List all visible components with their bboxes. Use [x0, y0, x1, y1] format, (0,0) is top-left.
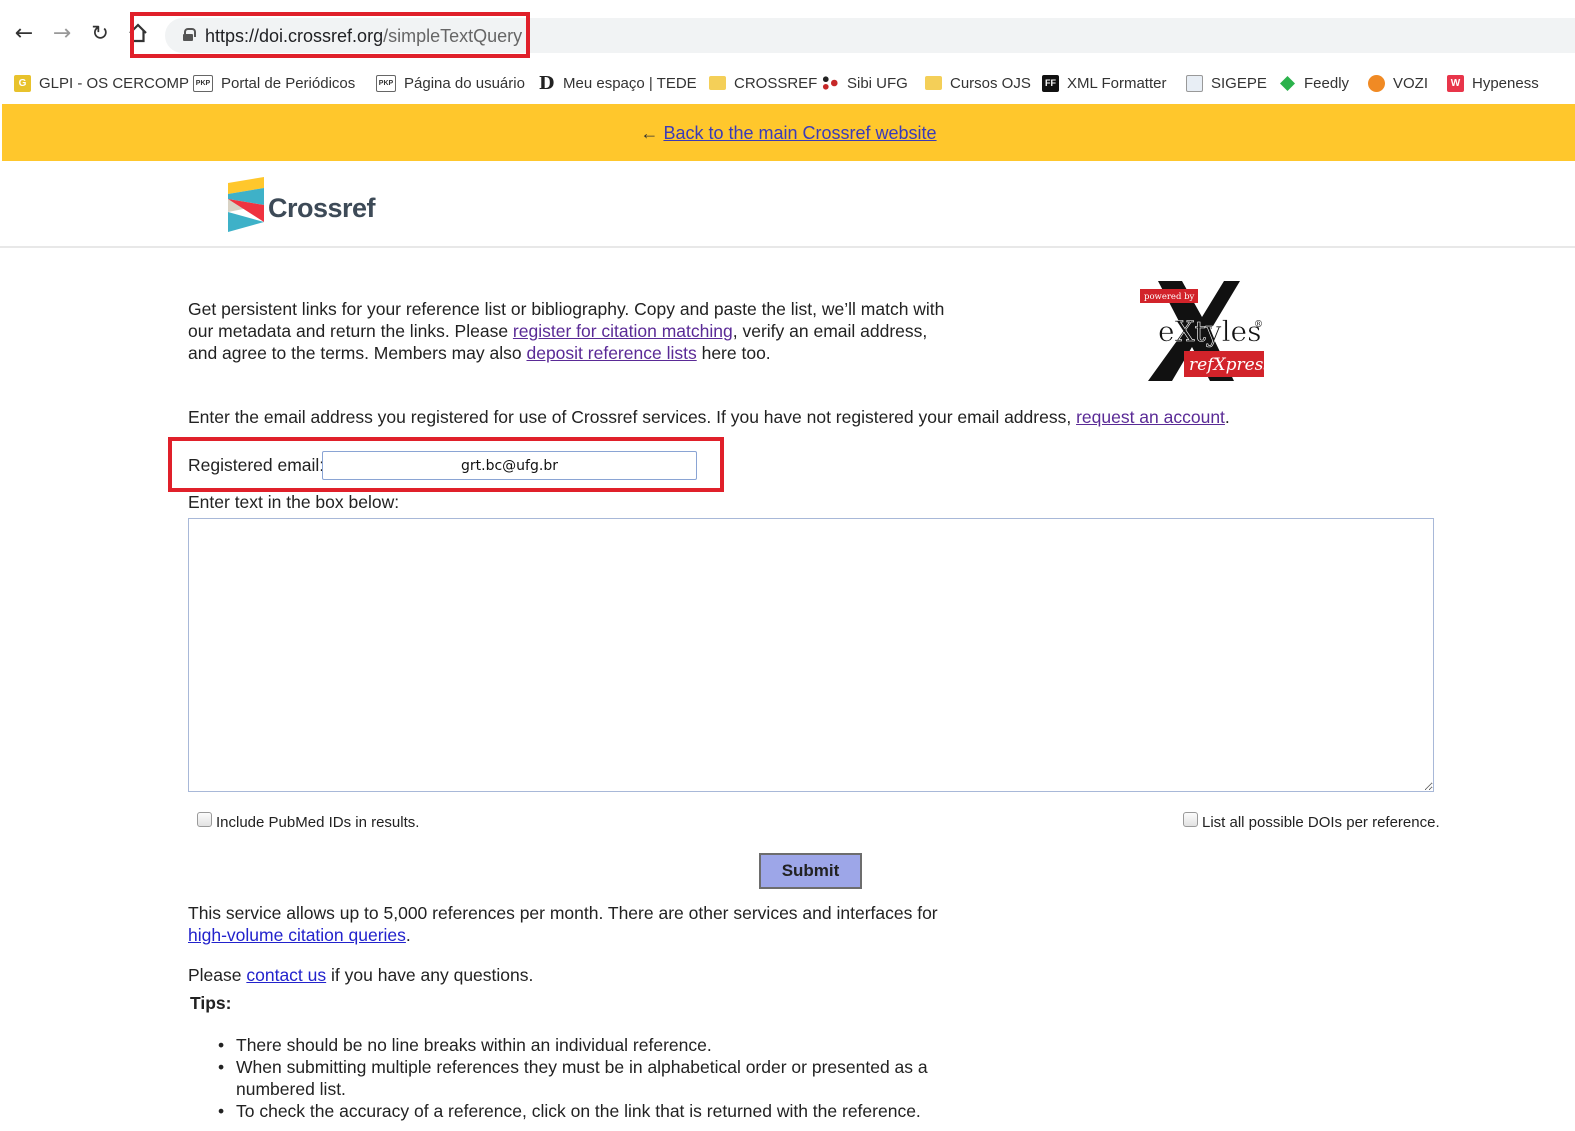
service-end: . [405, 925, 411, 945]
bookmark-glpi[interactable]: G GLPI - OS CERCOMP [14, 70, 189, 96]
folder-icon [709, 76, 726, 90]
service-text: This service allows up to 5,000 referenc… [188, 903, 938, 923]
reference-text-area[interactable] [188, 518, 1434, 792]
bookmark-crossref[interactable]: CROSSREF [709, 70, 817, 96]
bookmarks-bar: G GLPI - OS CERCOMP PKP Portal de Periódic… [0, 64, 1575, 102]
bookmark-feedly[interactable]: Feedly [1279, 70, 1349, 96]
badge-powered-by: powered by [1144, 292, 1195, 302]
back-to-crossref-link[interactable]: Back to the main Crossref website [663, 123, 936, 143]
badge-name: eXtyles [1158, 315, 1261, 348]
banner-content: ← Back to the main Crossref website [2, 123, 1575, 144]
intro-paragraph: Get persistent links for your reference … [188, 298, 958, 364]
hypeness-icon: W [1447, 74, 1464, 92]
vozi-icon [1368, 74, 1385, 92]
submit-button[interactable]: Submit [759, 853, 862, 889]
bookmark-hypeness[interactable]: W Hypeness [1447, 70, 1539, 96]
bookmark-xml-formatter[interactable]: FF XML Formatter [1042, 70, 1166, 96]
browser-toolbar: ← → ↻ https://doi.crossref.org/simpleTex… [0, 0, 1575, 64]
contact-text: if you have any questions. [326, 965, 534, 985]
bookmark-portal-periodicos[interactable]: PKP Portal de Periódicos [193, 70, 355, 96]
pubmed-checkbox[interactable] [197, 812, 212, 827]
tip-item: There should be no line breaks within an… [218, 1034, 936, 1056]
glpi-icon: G [14, 74, 31, 92]
instruction-text: Enter the email address you registered f… [188, 407, 1077, 427]
badge-sub: refXpress [1189, 355, 1264, 375]
reload-icon[interactable]: ↻ [86, 19, 114, 47]
back-banner: ← Back to the main Crossref website [2, 104, 1575, 161]
tips-list: There should be no line breaks within an… [218, 1034, 936, 1122]
high-volume-queries-link[interactable]: high-volume citation queries [188, 925, 406, 945]
bookmark-sigepe[interactable]: SIGEPE [1186, 70, 1267, 96]
crossref-logo-text[interactable]: Crossref [268, 193, 376, 224]
pkp-icon: PKP [193, 74, 213, 92]
contact-us-link[interactable]: contact us [246, 965, 326, 985]
instruction-end: . [1224, 407, 1230, 427]
back-arrow-icon[interactable]: ← [10, 19, 38, 47]
all-dois-checkbox-label: List all possible DOIs per reference. [1202, 814, 1440, 831]
badge-registered-mark: ® [1254, 320, 1263, 330]
forward-arrow-icon[interactable]: → [48, 19, 76, 47]
all-dois-checkbox[interactable] [1183, 812, 1198, 827]
email-label: Registered email: [188, 455, 325, 475]
contact-text: Please [188, 965, 247, 985]
contact-paragraph: Please contact us if you have any questi… [188, 965, 533, 986]
url-highlight-box [130, 12, 530, 58]
bookmark-tede[interactable]: D Meu espaço | TEDE [538, 70, 697, 96]
dspace-icon: D [538, 72, 555, 94]
pkp-icon: PKP [376, 74, 396, 92]
sigepe-icon [1186, 74, 1203, 92]
deposit-reference-lists-link[interactable]: deposit reference lists [526, 343, 696, 363]
feedly-icon [1279, 75, 1296, 92]
text-box-label: Enter text in the box below: [188, 492, 400, 512]
intro-text: here too. [696, 343, 771, 363]
email-instruction: Enter the email address you registered f… [188, 407, 1288, 428]
tip-item: When submitting multiple references they… [218, 1056, 936, 1100]
sibi-icon [822, 75, 839, 92]
request-account-link[interactable]: request an account [1076, 407, 1225, 427]
bookmark-vozi[interactable]: VOZI [1368, 70, 1428, 96]
email-input[interactable] [322, 451, 697, 480]
left-arrow-icon: ← [640, 123, 659, 143]
service-info-paragraph: This service allows up to 5,000 referenc… [188, 902, 958, 946]
register-citation-matching-link[interactable]: register for citation matching [513, 321, 733, 341]
crossref-logo-icon[interactable] [228, 177, 264, 232]
bookmark-sibi-ufg[interactable]: Sibi UFG [822, 70, 908, 96]
folder-icon [925, 76, 942, 90]
tip-item: To check the accuracy of a reference, cl… [218, 1100, 936, 1122]
pubmed-checkbox-label: Include PubMed IDs in results. [216, 814, 420, 831]
extyles-refxpress-logo[interactable]: powered by eXtyles ® refXpress [1140, 281, 1272, 381]
ff-icon: FF [1042, 74, 1059, 92]
bookmark-pagina-usuario[interactable]: PKP Página do usuário [376, 70, 525, 96]
bookmark-cursos-ojs[interactable]: Cursos OJS [925, 70, 1031, 96]
tips-heading: Tips: [190, 993, 232, 1013]
